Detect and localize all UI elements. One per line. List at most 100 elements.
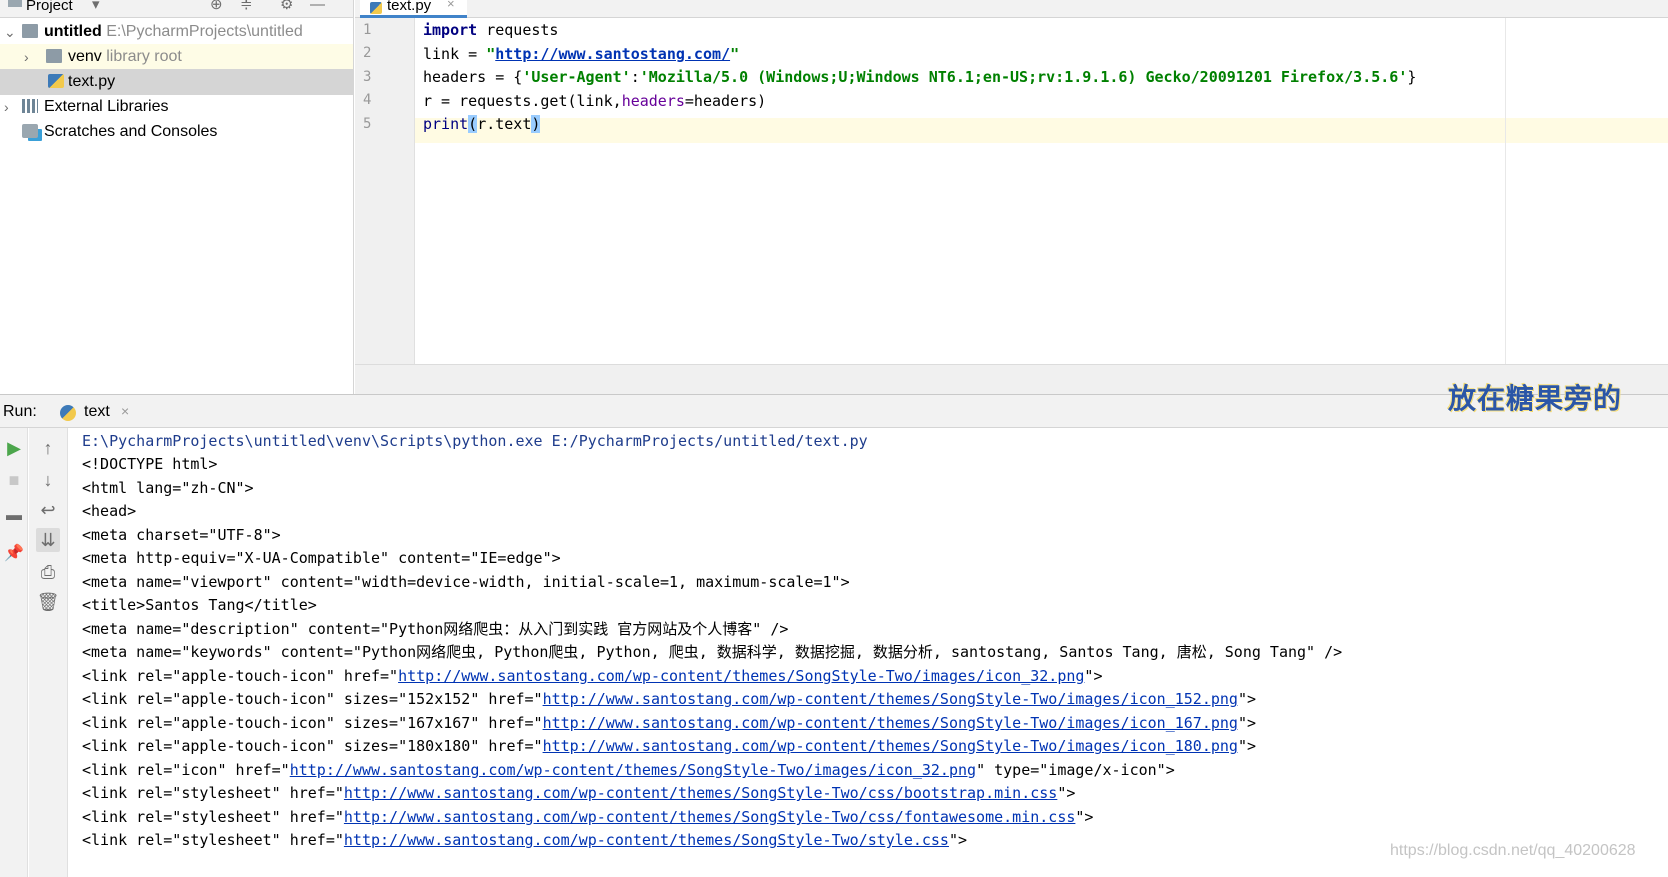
code-line-3[interactable]: headers = {'User-Agent':'Mozilla/5.0 (Wi… xyxy=(423,65,1416,90)
chevron-right-icon[interactable]: › xyxy=(24,44,29,70)
console-text: "> xyxy=(1237,714,1257,732)
code-text: r = requests.get(link, xyxy=(423,92,622,110)
run-tool-window-header: Run: text × xyxy=(0,394,1668,428)
console-text: <link rel="apple-touch-icon" href=" xyxy=(82,667,399,685)
console-link-line: <link rel="apple-touch-icon" href="http:… xyxy=(82,664,1102,689)
chevron-down-icon[interactable]: ⌄ xyxy=(4,19,16,45)
scratches-icon xyxy=(22,124,38,138)
current-line-highlight xyxy=(415,118,1668,143)
tree-item-external-libraries[interactable]: › External Libraries xyxy=(0,94,353,120)
project-name: untitled xyxy=(44,23,102,40)
folder-icon xyxy=(46,49,62,63)
run-tab-text[interactable]: text × xyxy=(58,399,136,429)
chevron-right-icon[interactable]: › xyxy=(4,94,9,120)
console-line: <meta name="keywords" content="Python网络爬… xyxy=(82,643,1343,661)
csdn-watermark: https://blog.csdn.net/qq_40200628 xyxy=(1390,842,1636,859)
chevron-down-icon[interactable]: ▾ xyxy=(92,0,100,14)
console-text: <link rel="stylesheet" href=" xyxy=(82,784,344,802)
arrow-up-icon[interactable]: ↑ xyxy=(36,436,60,460)
console-line: <meta name="description" content="Python… xyxy=(82,620,789,638)
console-text: <link rel="stylesheet" href=" xyxy=(82,808,344,826)
code-line-1[interactable]: import requests xyxy=(423,18,558,43)
external-libraries-label: External Libraries xyxy=(44,98,169,115)
editor-tab-label: text.py xyxy=(387,0,432,14)
project-path: E:\PycharmProjects\untitled xyxy=(106,23,303,40)
console-text: <link rel="apple-touch-icon" sizes="152x… xyxy=(82,690,543,708)
editor-tab-text-py[interactable]: text.py × xyxy=(360,0,467,18)
line-number: 3 xyxy=(363,69,372,85)
close-icon[interactable]: × xyxy=(447,0,455,10)
console-link[interactable]: http://www.santostang.com/wp-content/the… xyxy=(543,690,1238,708)
console-text: " type="image/x-icon"> xyxy=(976,761,1175,779)
matched-bracket: ( xyxy=(468,115,478,133)
layout-icon[interactable]: ▬ xyxy=(2,504,26,528)
tree-item-venv[interactable]: › venv library root xyxy=(0,44,353,70)
project-panel-header: Project ▾ ⊕ ≑ ⚙ — xyxy=(0,0,353,18)
console-line: <head> xyxy=(82,502,137,520)
string-literal: 'User-Agent' xyxy=(522,68,631,86)
venv-label: venv xyxy=(68,48,102,65)
console-text: "> xyxy=(948,831,968,849)
console-link[interactable]: http://www.santostang.com/wp-content/the… xyxy=(543,714,1238,732)
editor-tab-bar: text.py × xyxy=(355,0,1668,18)
console-link[interactable]: http://www.santostang.com/wp-content/the… xyxy=(290,761,976,779)
hide-panel-icon[interactable]: — xyxy=(310,0,325,14)
console-link[interactable]: http://www.santostang.com/wp-content/the… xyxy=(344,784,1057,802)
console-link[interactable]: http://www.santostang.com/wp-content/the… xyxy=(344,831,949,849)
console-text: "> xyxy=(1075,808,1094,826)
console-text: <link rel="stylesheet" href=" xyxy=(82,831,344,849)
console-text: "> xyxy=(1084,667,1103,685)
project-tool-window: Project ▾ ⊕ ≑ ⚙ — ⌄ untitled E:\PycharmP… xyxy=(0,0,354,394)
run-toolbar-primary: ▶ ■ ▬ 📌 xyxy=(0,428,28,877)
line-number: 4 xyxy=(363,92,372,108)
tree-item-untitled[interactable]: ⌄ untitled E:\PycharmProjects\untitled xyxy=(0,19,353,45)
console-link-line: <link rel="stylesheet" href="http://www.… xyxy=(82,805,1093,830)
project-view-selector[interactable]: Project xyxy=(26,0,73,14)
code-text: =headers) xyxy=(684,92,767,110)
folder-icon xyxy=(22,24,38,38)
file-name: text.py xyxy=(68,73,116,90)
print-icon[interactable]: ⎙ xyxy=(36,560,60,584)
console-link[interactable]: http://www.santostang.com/wp-content/the… xyxy=(344,808,1076,826)
console-link[interactable]: http://www.santostang.com/wp-content/the… xyxy=(398,667,1084,685)
console-text: "> xyxy=(1237,690,1257,708)
gear-icon[interactable]: ⚙ xyxy=(280,0,293,14)
string-literal: 'Mozilla/5.0 (Windows;U;Windows NT6.1;en… xyxy=(639,68,1408,86)
url-literal[interactable]: http://www.santostang.com/ xyxy=(495,45,730,63)
console-line: <meta charset="UTF-8"> xyxy=(82,526,281,544)
pin-icon[interactable]: 📌 xyxy=(2,542,26,566)
collapse-all-icon[interactable]: ≑ xyxy=(240,0,253,14)
tree-item-scratches[interactable]: Scratches and Consoles xyxy=(0,119,353,145)
console-text: "> xyxy=(1237,737,1257,755)
code-line-5[interactable]: print(r.text) xyxy=(423,112,541,137)
code-editor[interactable]: 1 2 3 4 5 import requests link = "http:/… xyxy=(355,18,1668,364)
code-line-4[interactable]: r = requests.get(link,headers=headers) xyxy=(423,89,766,114)
console-line: <title>Santos Tang</title> xyxy=(82,596,317,614)
locate-icon[interactable]: ⊕ xyxy=(210,0,223,14)
close-icon[interactable]: × xyxy=(121,403,129,419)
console-line: <meta name="viewport" content="width=dev… xyxy=(82,573,850,591)
console-line: <html lang="zh-CN"> xyxy=(82,479,254,497)
console-output[interactable]: E:\PycharmProjects\untitled\venv\Scripts… xyxy=(68,428,1668,877)
code-line-2[interactable]: link = "http://www.santostang.com/" xyxy=(423,42,739,67)
code-text: requests xyxy=(477,21,559,39)
scroll-to-end-icon[interactable]: ⇊ xyxy=(36,528,60,552)
stop-icon[interactable]: ■ xyxy=(2,468,26,492)
arrow-down-icon[interactable]: ↓ xyxy=(36,468,60,492)
trash-icon[interactable]: 🗑 xyxy=(36,590,60,614)
builtin-function: print xyxy=(423,115,469,133)
console-text: "> xyxy=(1057,784,1076,802)
soft-wrap-icon[interactable]: ↩ xyxy=(36,498,60,522)
line-number: 2 xyxy=(363,45,372,61)
line-number: 1 xyxy=(363,22,372,38)
library-root-hint: library root xyxy=(106,48,182,65)
run-icon[interactable]: ▶ xyxy=(2,436,26,460)
console-link-line: <link rel="apple-touch-icon" sizes="167x… xyxy=(82,711,1256,736)
line-number-gutter: 1 2 3 4 5 xyxy=(355,18,415,364)
matched-bracket: ) xyxy=(531,115,541,133)
line-number: 5 xyxy=(363,116,372,132)
tree-item-text-py[interactable]: text.py xyxy=(0,69,353,95)
code-text: headers = { xyxy=(423,68,523,86)
console-link-line: <link rel="stylesheet" href="http://www.… xyxy=(82,828,967,853)
console-link[interactable]: http://www.santostang.com/wp-content/the… xyxy=(543,737,1238,755)
